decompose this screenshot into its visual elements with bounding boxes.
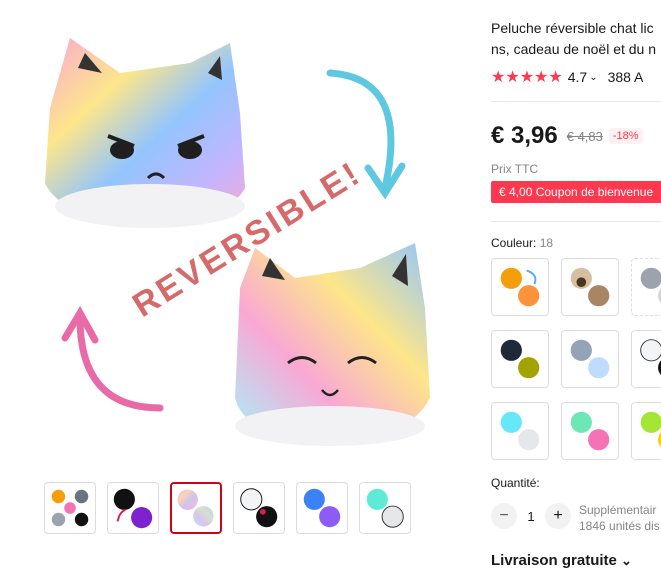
thumbnail-4[interactable] xyxy=(233,482,285,534)
plush-bottom xyxy=(235,243,430,446)
color-swatch-green-yellow[interactable] xyxy=(631,402,661,460)
divider xyxy=(491,101,661,102)
quantity-decrease-button[interactable]: − xyxy=(491,503,517,529)
plush-top xyxy=(45,38,245,228)
star-rating-icon: ★★★★★ xyxy=(491,69,563,86)
review-count[interactable]: 388 A xyxy=(608,69,644,85)
thumbnail-strip xyxy=(44,482,411,534)
color-label-text: Couleur: xyxy=(491,236,540,250)
color-swatch-blue-grey[interactable] xyxy=(561,330,619,388)
color-swatch-orange[interactable] xyxy=(491,258,549,316)
stock-info: Supplémentair 1846 unités dis xyxy=(579,502,660,534)
color-label: Couleur: 18 xyxy=(491,236,553,250)
color-swatch-black-yellow[interactable] xyxy=(491,330,549,388)
color-swatch-grey[interactable] xyxy=(631,258,661,316)
thumbnail-1[interactable] xyxy=(44,482,96,534)
welcome-coupon-banner[interactable]: € 4,00 Coupon de bienvenue xyxy=(491,181,661,203)
current-price: € 3,96 xyxy=(491,122,558,149)
chevron-down-icon: ⌄ xyxy=(621,553,632,568)
quantity-label: Quantité: xyxy=(491,476,540,490)
free-shipping-link[interactable]: Livraison gratuite ⌄ xyxy=(491,552,632,569)
product-title-line-2: ns, cadeau de noël et du n xyxy=(491,41,657,57)
thumbnail-5[interactable] xyxy=(296,482,348,534)
original-price: € 4,83 xyxy=(566,128,603,144)
discount-badge: -18% xyxy=(608,128,643,144)
product-title[interactable]: Peluche réversible chat lic ns, cadeau d… xyxy=(491,18,661,60)
rating-value: 4.7 xyxy=(567,69,588,85)
quantity-input[interactable]: 1 xyxy=(517,509,545,524)
product-title-line-1: Peluche réversible chat lic xyxy=(491,20,654,36)
color-swatch-teal-white[interactable] xyxy=(491,402,549,460)
divider xyxy=(491,221,661,222)
color-swatch-white-black[interactable] xyxy=(631,330,661,388)
quantity-stepper: − 1 + xyxy=(491,503,571,529)
color-count: 18 xyxy=(539,236,554,250)
quantity-increase-button[interactable]: + xyxy=(545,503,571,529)
thumbnail-2[interactable] xyxy=(107,482,159,534)
stock-info-line-1: Supplémentair xyxy=(579,503,657,517)
chevron-down-icon[interactable]: ⌄ xyxy=(589,72,597,83)
rating-row[interactable]: ★★★★★ 4.7 ⌄ 388 A xyxy=(491,67,643,87)
tax-label: Prix TTC xyxy=(491,162,539,176)
thumbnail-3[interactable] xyxy=(170,482,222,534)
price-row: € 3,96 € 4,83 -18% xyxy=(491,122,643,150)
color-swatch-mint-pink[interactable] xyxy=(561,402,619,460)
color-swatch-siamese[interactable] xyxy=(561,258,619,316)
stock-info-line-2: 1846 unités dis xyxy=(579,519,660,533)
free-shipping-label: Livraison gratuite xyxy=(491,552,617,569)
thumbnail-6[interactable] xyxy=(359,482,411,534)
main-product-image[interactable]: REVERSIBLE! xyxy=(30,18,460,468)
